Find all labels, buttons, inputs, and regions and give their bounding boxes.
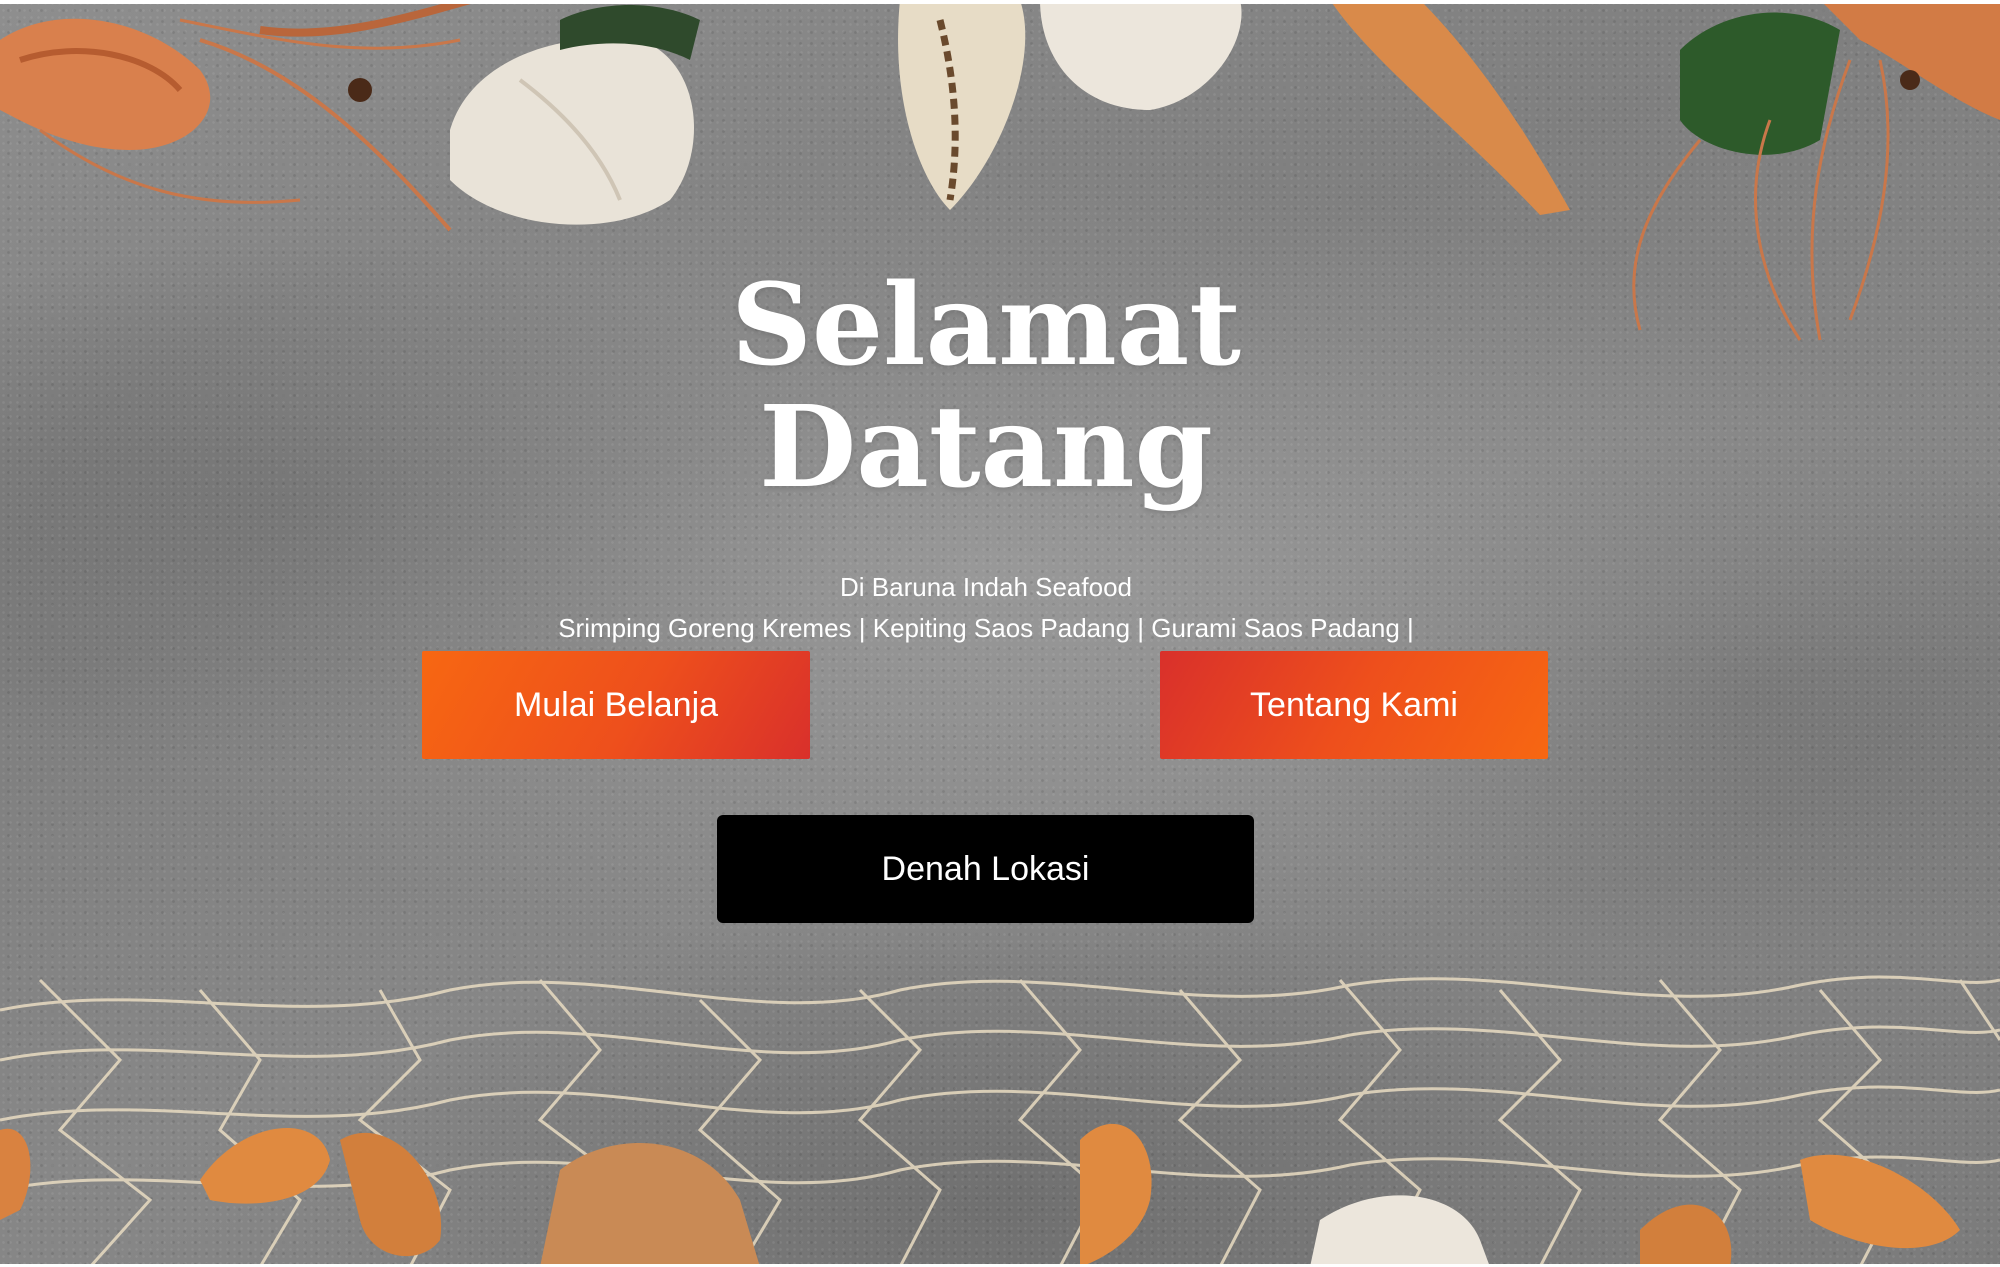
hero-title-line-1: Selamat [730, 260, 1242, 391]
hero-section: Selamat Datang Di Baruna Indah Seafood S… [0, 0, 2000, 1267]
hero-title-line-2: Datang [759, 382, 1213, 513]
hero-menu-typewriter: Srimping Goreng Kremes | Kepiting Saos P… [558, 613, 1414, 643]
about-us-button[interactable]: Tentang Kami [1160, 651, 1548, 759]
location-map-button[interactable]: Denah Lokasi [717, 815, 1254, 923]
start-shopping-button[interactable]: Mulai Belanja [422, 651, 810, 759]
hero-title: Selamat Datang [0, 265, 1972, 509]
hero-subtitle: Di Baruna Indah Seafood [840, 572, 1132, 602]
